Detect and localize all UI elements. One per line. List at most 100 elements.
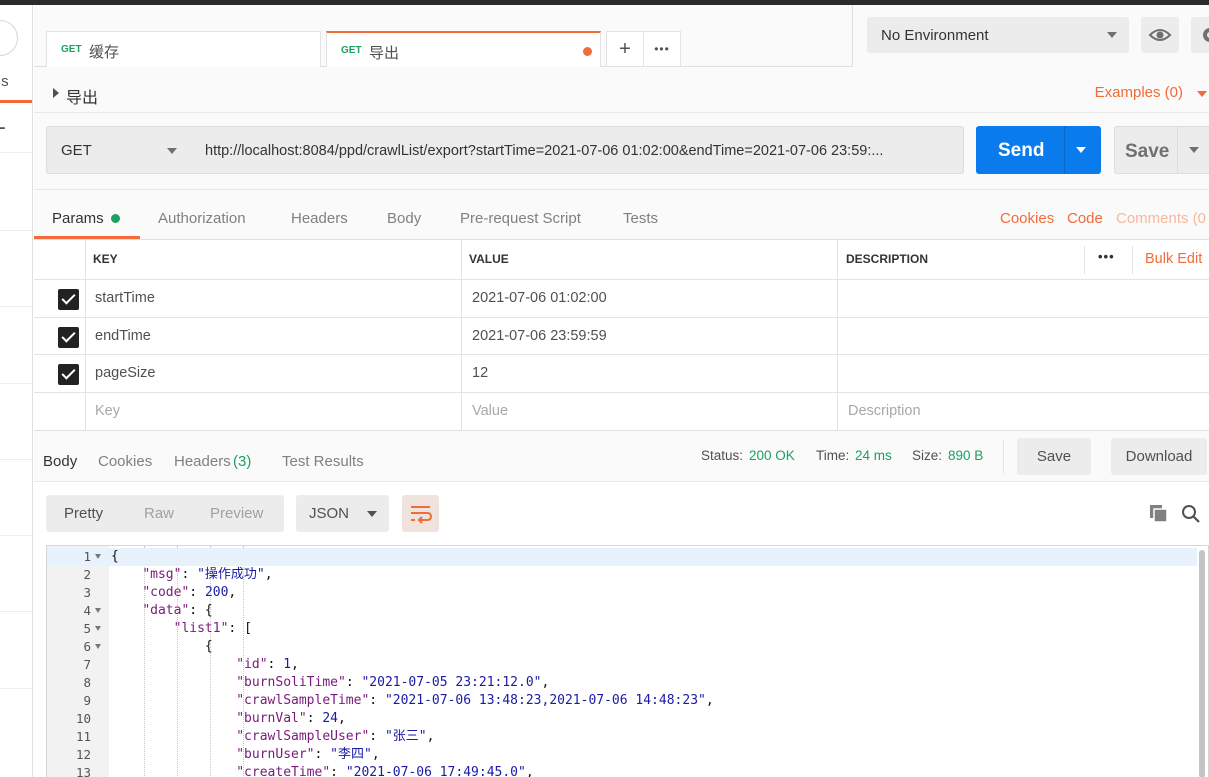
search-icon[interactable] [1181, 504, 1201, 524]
response-body-viewer[interactable]: 1{2 "msg": "操作成功", 3 "code": 200, 4 "data"… [46, 545, 1209, 777]
code-text: "crawlSampleUser": "张三", [236, 729, 435, 744]
download-button[interactable]: Download [1111, 438, 1207, 475]
param-value[interactable]: 2021-07-06 23:59:59 [472, 328, 607, 344]
new-param-row: Key Value Description [34, 393, 1209, 430]
bulk-edit-button[interactable]: Bulk Edit [1145, 251, 1202, 267]
code-line: 12 "burnUser": "李四", [47, 746, 1197, 764]
sidebar-tab-fragment[interactable]: ıs [0, 73, 9, 90]
left-sidebar: ıs + [0, 5, 33, 777]
header-divider [1132, 246, 1133, 274]
send-button[interactable]: Send [976, 126, 1101, 174]
save-button[interactable]: Save [1114, 126, 1209, 174]
language-select[interactable]: JSON [296, 495, 389, 532]
param-checkbox[interactable] [58, 364, 79, 385]
fold-toggle-icon[interactable] [95, 554, 101, 559]
request-name-row: 导出 Examples (0) [34, 67, 1209, 113]
environment-quick-look-button[interactable] [1141, 17, 1179, 53]
size-label: Size: [912, 448, 943, 463]
copy-icon[interactable] [1149, 504, 1169, 524]
status-value[interactable]: 200 OK [749, 448, 795, 463]
tab-headers[interactable]: Headers [291, 210, 348, 227]
sidebar-divider [0, 688, 32, 689]
size-value[interactable]: 890 B [948, 448, 983, 463]
param-key[interactable]: pageSize [95, 365, 155, 381]
save-options-chevron-icon[interactable] [1189, 147, 1199, 153]
new-tab-button[interactable]: + [606, 31, 644, 67]
mode-raw[interactable]: Raw [144, 505, 174, 522]
chevron-down-icon [1107, 32, 1117, 38]
tab-pre-request-script[interactable]: Pre-request Script [460, 210, 581, 227]
response-tab-cookies[interactable]: Cookies [98, 453, 152, 470]
settings-button[interactable] [1191, 17, 1209, 53]
line-number: 12 [75, 747, 91, 762]
sidebar-divider [0, 459, 32, 460]
tab-body[interactable]: Body [387, 210, 421, 227]
response-tab-test-results[interactable]: Test Results [282, 453, 364, 470]
tab-tests[interactable]: Tests [623, 210, 658, 227]
mode-pretty[interactable]: Pretty [64, 505, 103, 522]
request-tab-export[interactable]: GET 导出 [326, 31, 601, 67]
search-circle-icon[interactable] [0, 20, 18, 56]
send-options-chevron-icon[interactable] [1076, 147, 1086, 153]
params-more-button[interactable]: ••• [1098, 249, 1115, 264]
sidebar-divider [0, 611, 32, 612]
new-description-input[interactable]: Description [848, 403, 921, 419]
tab-params[interactable]: Params [52, 210, 104, 227]
wrap-lines-button[interactable] [402, 495, 439, 532]
request-tab-cache[interactable]: GET 缓存 [46, 31, 321, 67]
expand-triangle-icon[interactable] [53, 88, 59, 98]
code-line: 6 { [47, 638, 1197, 656]
send-label: Send [998, 140, 1045, 161]
new-key-input[interactable]: Key [95, 403, 120, 419]
comments-link[interactable]: Comments (0 [1116, 210, 1206, 227]
response-tab-headers[interactable]: Headers [174, 453, 231, 470]
fold-toggle-icon[interactable] [95, 626, 101, 631]
code-line: 8 "burnSoliTime": "2021-07-05 23:21:12.0… [47, 674, 1197, 692]
param-value[interactable]: 12 [472, 365, 488, 381]
vertical-scrollbar[interactable] [1199, 550, 1205, 777]
environment-select[interactable]: No Environment [867, 17, 1129, 53]
sidebar-divider [0, 230, 32, 231]
time-value[interactable]: 24 ms [855, 448, 892, 463]
unsaved-dot-icon [583, 47, 592, 56]
response-tab-body[interactable]: Body [43, 453, 77, 470]
save-divider [1177, 127, 1178, 173]
gear-icon [1203, 28, 1209, 42]
tab-authorization[interactable]: Authorization [158, 210, 246, 227]
chevron-down-icon [167, 148, 177, 154]
code-text: "list1": [ [173, 621, 252, 636]
method-select[interactable]: GET [46, 126, 192, 174]
new-value-input[interactable]: Value [472, 403, 508, 419]
description-header: DESCRIPTION [846, 252, 929, 266]
request-name[interactable]: 导出 [66, 84, 98, 108]
sidebar-divider [0, 306, 32, 307]
code-line: 9 "crawlSampleTime": "2021-07-06 13:48:2… [47, 692, 1197, 710]
param-checkbox[interactable] [58, 327, 79, 348]
url-input[interactable]: http://localhost:8084/ppd/crawlList/expo… [191, 126, 964, 174]
chevron-down-icon[interactable] [1197, 91, 1207, 97]
code-link[interactable]: Code [1067, 210, 1103, 227]
param-value[interactable]: 2021-07-06 01:02:00 [472, 290, 607, 306]
code-text: "data": { [142, 603, 213, 618]
examples-button[interactable]: Examples (0) [1095, 84, 1183, 101]
fold-toggle-icon[interactable] [95, 644, 101, 649]
save-response-button[interactable]: Save [1017, 438, 1091, 475]
mode-preview[interactable]: Preview [210, 505, 263, 522]
params-table: KEY VALUE DESCRIPTION ••• Bulk Edit star… [34, 240, 1209, 430]
param-checkbox[interactable] [58, 289, 79, 310]
code-line: 4 "data": { [47, 602, 1197, 620]
param-key[interactable]: endTime [95, 328, 151, 344]
param-key[interactable]: startTime [95, 290, 155, 306]
fold-toggle-icon[interactable] [95, 608, 101, 613]
code-line: 5 "list1": [ [47, 620, 1197, 638]
code-line: 13 "createTime": "2021-07-06 17:49:45.0"… [47, 764, 1197, 777]
cookies-link[interactable]: Cookies [1000, 210, 1054, 227]
code-text: "burnVal": 24, [236, 711, 346, 726]
key-header: KEY [93, 252, 118, 266]
tab-more-button[interactable]: ••• [643, 31, 681, 67]
wrap-lines-icon [411, 506, 433, 524]
add-collection-icon[interactable]: + [0, 117, 6, 141]
code-text: { [111, 549, 119, 564]
active-tab-underline [34, 236, 140, 239]
view-mode-switch: Pretty Raw Preview [46, 495, 284, 532]
